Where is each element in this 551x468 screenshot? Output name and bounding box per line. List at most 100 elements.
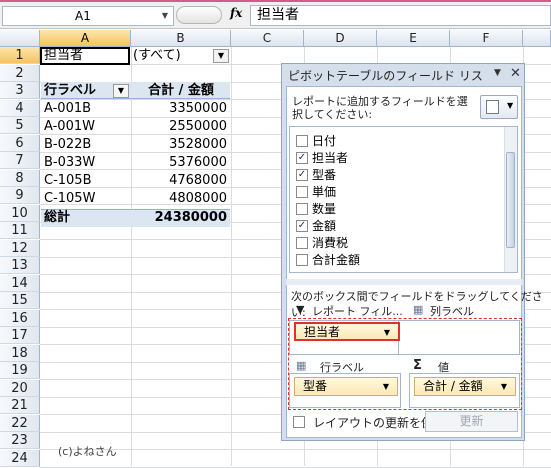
pivot-panel-title[interactable]: ピボットテーブルのフィールド リス (288, 67, 483, 84)
filter-field-pill[interactable]: 担当者 ▼ (294, 322, 400, 341)
formula-input[interactable]: 担当者 (250, 5, 551, 26)
value-cell[interactable]: 2550000 (131, 118, 231, 135)
row-label-cell[interactable]: C-105W (44, 190, 95, 207)
row-header[interactable]: 10 (0, 204, 40, 222)
layout-icon (486, 100, 499, 114)
column-header-b[interactable]: B (131, 30, 231, 47)
row-header[interactable]: 20 (0, 379, 40, 397)
grid-line (40, 449, 551, 450)
row-header[interactable]: 6 (0, 134, 40, 152)
row-header[interactable]: 12 (0, 239, 40, 257)
chevron-down-icon: ▼ (382, 382, 389, 391)
row-header[interactable]: 19 (0, 362, 40, 379)
row-header[interactable]: 3 (0, 82, 40, 99)
row-header[interactable]: 17 (0, 327, 40, 344)
value-cell[interactable]: 3350000 (131, 100, 231, 117)
column-labels-label: 列ラベル (430, 305, 474, 318)
field-label: 単価 (312, 185, 337, 199)
field-checkbox[interactable]: ✓ (296, 169, 308, 181)
value-field-pill[interactable]: 合計 / 金額 ▼ (414, 377, 516, 396)
grand-total-label[interactable]: 総計 (44, 209, 70, 226)
grid-line (40, 466, 551, 468)
value-cell[interactable]: 3528000 (131, 136, 231, 153)
field-label: 日付 (312, 134, 337, 148)
active-cell-outline (40, 47, 130, 65)
close-icon[interactable]: ✕ (510, 66, 521, 81)
row-header[interactable]: 13 (0, 257, 40, 274)
filter-pill-label: 担当者 (304, 325, 341, 339)
formula-bar-expander[interactable] (176, 6, 222, 24)
row-header[interactable]: 14 (0, 274, 40, 292)
value-header[interactable]: 合計 / 金額 (131, 82, 231, 99)
column-header-a[interactable]: A (40, 30, 131, 47)
filter-icon: ▼ (296, 303, 305, 316)
copyright-text: (c)よねさん (58, 445, 117, 458)
insert-function-icon[interactable]: fx (230, 6, 242, 20)
row-header[interactable]: 8 (0, 169, 40, 187)
row-header[interactable]: 21 (0, 397, 40, 414)
row-labels-header[interactable]: 行ラベル (44, 82, 96, 99)
panel-splitter[interactable] (286, 279, 522, 285)
window-accent-line (0, 0, 551, 2)
panel-options-icon[interactable]: ▼ (494, 68, 501, 78)
column-header-e[interactable]: E (377, 30, 450, 47)
row-label-cell[interactable]: A-001W (44, 118, 95, 135)
field-checkbox[interactable]: ✓ (296, 152, 308, 164)
field-label: 金額 (312, 219, 337, 233)
defer-update-checkbox[interactable] (293, 416, 305, 428)
field-checkbox[interactable] (296, 135, 308, 147)
row-labels-dropdown-icon[interactable]: ▼ (113, 84, 129, 98)
chevron-down-icon: ▼ (383, 328, 390, 337)
column-labels-icon: ▦ (413, 303, 424, 316)
field-layout-button[interactable]: ▼ (480, 95, 518, 119)
filter-dropdown-icon[interactable]: ▼ (213, 49, 229, 63)
select-all-corner[interactable] (0, 30, 40, 47)
row-header[interactable]: 5 (0, 117, 40, 134)
row-header[interactable]: 23 (0, 432, 40, 449)
scrollbar-thumb[interactable] (506, 152, 515, 248)
name-box-dropdown-icon[interactable]: ▼ (158, 6, 172, 26)
grand-total-value[interactable]: 24380000 (131, 209, 231, 226)
row-header[interactable]: 2 (0, 64, 40, 82)
value-cell[interactable]: 5376000 (131, 154, 231, 171)
field-label: 合計金額 (312, 253, 361, 267)
row-header[interactable]: 4 (0, 99, 40, 117)
field-label: 型番 (312, 168, 337, 182)
row-header[interactable]: 16 (0, 309, 40, 327)
field-label: 数量 (312, 202, 337, 216)
field-checkbox[interactable] (296, 203, 308, 215)
row-header[interactable]: 24 (0, 449, 40, 467)
field-label: 担当者 (312, 151, 349, 165)
field-checkbox[interactable] (296, 186, 308, 198)
row-label-cell[interactable]: B-033W (44, 154, 95, 171)
value-cell[interactable]: 4808000 (131, 190, 231, 207)
row-header[interactable]: 7 (0, 152, 40, 169)
row-label-cell[interactable]: B-022B (44, 136, 91, 153)
field-checkbox[interactable] (296, 254, 308, 266)
row-header[interactable]: 11 (0, 222, 40, 239)
row-header[interactable]: 15 (0, 292, 40, 309)
row-field-pill[interactable]: 型番 ▼ (294, 377, 398, 396)
name-box[interactable]: A1 (2, 6, 174, 26)
row-header[interactable]: 18 (0, 344, 40, 362)
value-cell[interactable]: 4768000 (131, 172, 231, 189)
column-header-f[interactable]: F (450, 30, 523, 47)
chevron-down-icon: ▼ (500, 382, 507, 391)
row-label-cell[interactable]: A-001B (44, 100, 91, 117)
field-select-instruction: レポートに追加するフィールドを選択してください: (292, 95, 468, 121)
column-header-g[interactable] (523, 30, 551, 47)
update-button[interactable]: 更新 (425, 411, 518, 432)
row-header[interactable]: 9 (0, 187, 40, 204)
chevron-down-icon: ▼ (507, 101, 514, 110)
row-label-cell[interactable]: C-105B (44, 172, 92, 189)
row-header[interactable]: 22 (0, 414, 40, 432)
column-header-c[interactable]: C (231, 30, 304, 47)
field-checkbox[interactable] (296, 237, 308, 249)
value-pill-label: 合計 / 金額 (423, 379, 483, 393)
row-pill-label: 型番 (303, 379, 328, 393)
field-checkbox[interactable]: ✓ (296, 220, 308, 232)
field-label: 消費税 (312, 236, 349, 250)
filter-value[interactable]: (すべて) (133, 47, 181, 64)
row-header[interactable]: 1 (0, 47, 40, 64)
column-header-d[interactable]: D (304, 30, 377, 47)
